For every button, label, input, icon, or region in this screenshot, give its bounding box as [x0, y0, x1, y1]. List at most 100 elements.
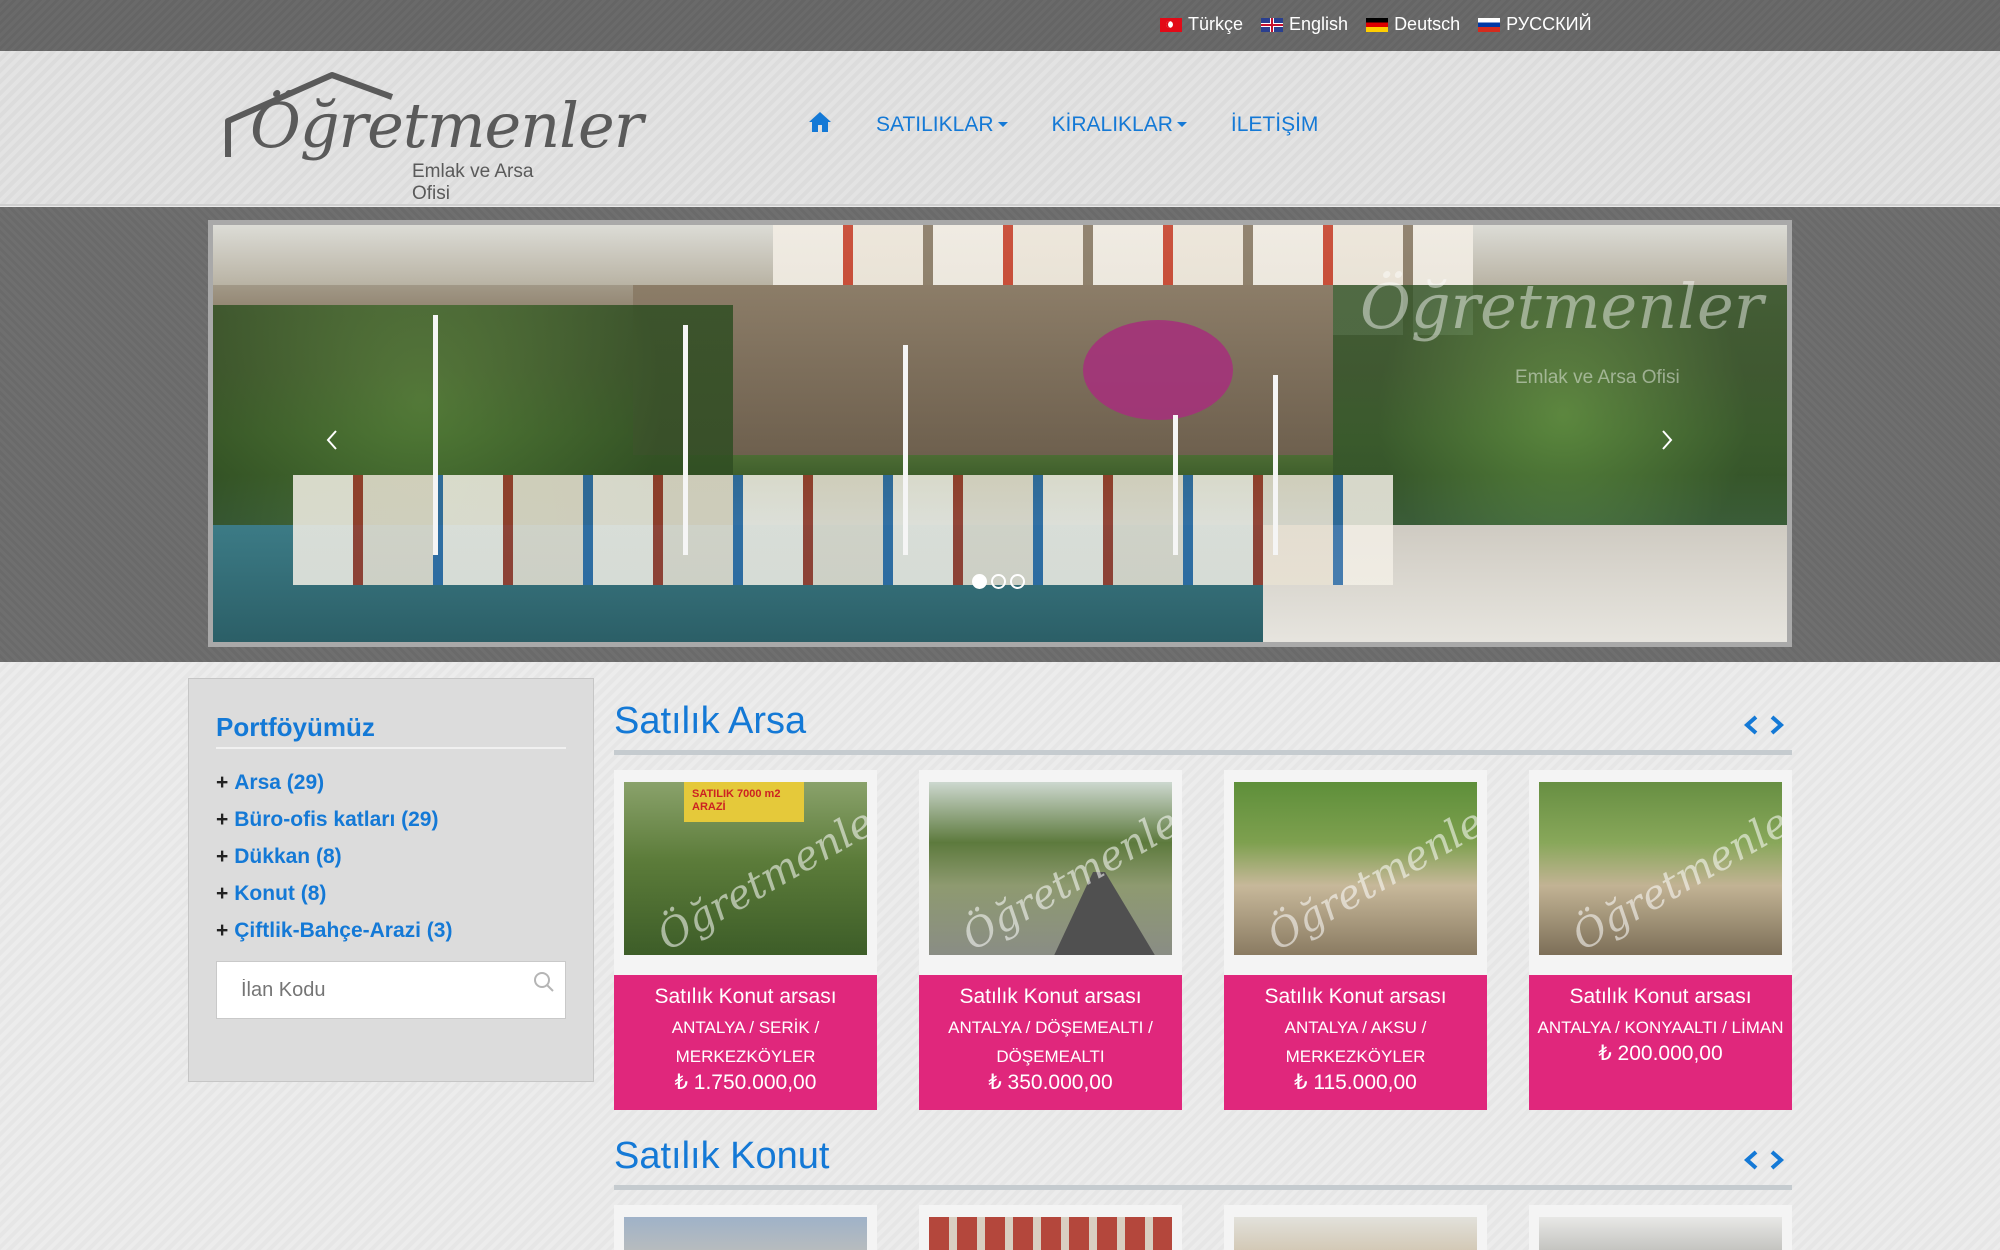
listing-price: ₺ 200.000,00 — [1598, 1042, 1723, 1065]
chevron-right-icon[interactable] — [1660, 428, 1674, 459]
nav-satiliklar[interactable]: SATILIKLAR — [876, 113, 1008, 137]
listing-image-frame: Öğretmenler — [919, 770, 1182, 975]
chevron-left-icon[interactable] — [325, 428, 339, 459]
slider-dot[interactable] — [991, 574, 1006, 589]
chevron-left-icon[interactable] — [1742, 714, 1760, 736]
listing-image-frame — [1224, 1205, 1487, 1250]
sidebar-item-label: Büro-ofis katları (29) — [234, 807, 439, 831]
listing-image-frame: Öğretmenler — [1529, 770, 1792, 975]
plus-icon: + — [216, 770, 229, 794]
listing-title: Satılık Konut arsası — [654, 985, 837, 1008]
lang-label: English — [1289, 14, 1349, 34]
lang-russian[interactable]: РУССКИЙ — [1478, 14, 1592, 35]
nav-label: SATILIKLAR — [876, 112, 994, 136]
lang-english[interactable]: English — [1261, 14, 1348, 35]
slide-image-flowers — [1083, 320, 1233, 420]
listing-photo — [929, 1217, 1172, 1250]
caret-down-icon — [1176, 122, 1187, 127]
plus-icon: + — [216, 881, 229, 905]
carousel-controls — [1742, 714, 1786, 736]
portfolio-sidebar: Portföyümüz + Arsa (29) + Büro-ofis katlar… — [188, 678, 594, 1082]
listing-card[interactable]: Öğretmenler Satılık Konut arsası ANTALYA… — [919, 770, 1182, 1110]
listing-price: ₺ 1.750.000,00 — [674, 1071, 817, 1094]
listing-image-frame — [919, 1205, 1182, 1250]
nav-kiraliklar[interactable]: KİRALIKLAR — [1052, 113, 1187, 137]
sidebar-item-konut[interactable]: + Konut (8) — [216, 875, 452, 912]
listing-cards: SATILIK 7000 m2 ARAZİ Öğretmenler Satılı… — [614, 770, 1792, 1110]
listing-card[interactable]: Öğretmenler Satılık Konut arsası ANTALYA… — [1529, 770, 1792, 1110]
listing-photo: SATILIK 7000 m2 ARAZİ Öğretmenler — [624, 782, 867, 955]
listing-image-frame: Öğretmenler — [1224, 770, 1487, 975]
ru-flag-icon — [1478, 17, 1501, 32]
slide-image-mast — [1173, 415, 1178, 555]
uk-flag-icon — [1261, 17, 1284, 32]
listing-card[interactable]: Öğretmenler Satılık Konut arsası ANTALYA… — [1224, 770, 1487, 1110]
listing-info: Satılık Konut arsası ANTALYA / KONYAALTI… — [1529, 975, 1792, 1110]
logo-main-text: Öğretmenler — [250, 89, 643, 162]
listing-image-frame — [1529, 1205, 1792, 1250]
search-icon[interactable] — [533, 971, 555, 993]
plus-icon: + — [216, 918, 229, 942]
section-divider — [614, 1185, 1792, 1190]
slide-image-mast — [433, 315, 438, 555]
lang-turkish[interactable]: Türkçe — [1160, 14, 1243, 35]
chevron-right-icon[interactable] — [1768, 714, 1786, 736]
slide-image-mast — [903, 345, 908, 555]
listing-code-input[interactable] — [217, 962, 517, 1018]
section-title: Satılık Arsa — [614, 700, 807, 742]
slider-dot[interactable] — [1010, 574, 1025, 589]
plus-icon: + — [216, 844, 229, 868]
listing-photo — [1234, 1217, 1477, 1250]
sidebar-title: Portföyümüz — [216, 712, 375, 742]
sidebar-item-arsa[interactable]: + Arsa (29) — [216, 764, 452, 801]
home-icon[interactable] — [808, 111, 832, 138]
listing-card[interactable] — [919, 1205, 1182, 1250]
sidebar-divider — [216, 747, 566, 749]
sidebar-item-label: Çiftlik-Bahçe-Arazi (3) — [234, 918, 453, 942]
listing-location: ANTALYA / AKSU / MERKEZKÖYLER — [1284, 1018, 1427, 1066]
listing-location: ANTALYA / KONYAALTI / LİMAN — [1537, 1018, 1784, 1037]
sidebar-item-label: Arsa (29) — [234, 770, 325, 794]
listing-photo — [624, 1217, 867, 1250]
listing-card[interactable] — [1224, 1205, 1487, 1250]
listing-card[interactable] — [1529, 1205, 1792, 1250]
listing-title: Satılık Konut arsası — [1569, 985, 1752, 1008]
category-list: + Arsa (29) + Büro-ofis katları (29) + Dükk… — [216, 764, 452, 949]
listing-price: ₺ 350.000,00 — [988, 1071, 1113, 1094]
listing-card[interactable]: SATILIK 7000 m2 ARAZİ Öğretmenler Satılı… — [614, 770, 877, 1110]
listing-image-frame: SATILIK 7000 m2 ARAZİ Öğretmenler — [614, 770, 877, 975]
slide-image-mast — [1273, 375, 1278, 555]
site-logo[interactable]: Öğretmenler Emlak ve Arsa Ofisi — [222, 69, 643, 204]
photo-watermark: Öğretmenler — [1564, 790, 1782, 955]
listing-photo: Öğretmenler — [1539, 782, 1782, 955]
sidebar-item-label: Konut (8) — [234, 881, 327, 905]
listing-cards — [614, 1205, 1792, 1250]
sign-board: SATILIK 7000 m2 ARAZİ — [684, 782, 804, 822]
sidebar-item-buro-ofis[interactable]: + Büro-ofis katları (29) — [216, 801, 452, 838]
section-satilik-konut: Satılık Konut — [614, 1135, 1792, 1250]
sidebar-item-ciftlik[interactable]: + Çiftlik-Bahçe-Arazi (3) — [216, 912, 452, 949]
main-nav: SATILIKLAR KİRALIKLAR İLETİŞİM — [808, 111, 1318, 138]
listing-location: ANTALYA / SERİK / MERKEZKÖYLER — [671, 1018, 820, 1066]
listing-photo: Öğretmenler — [929, 782, 1172, 955]
sidebar-item-dukkan[interactable]: + Dükkan (8) — [216, 838, 452, 875]
listing-photo: Öğretmenler — [1234, 782, 1477, 955]
lang-label: Deutsch — [1394, 14, 1461, 34]
lang-german[interactable]: Deutsch — [1366, 14, 1460, 35]
listing-code-search — [216, 961, 566, 1019]
plus-icon: + — [216, 807, 229, 831]
language-list: Türkçe English Deutsch РУССКИЙ — [1160, 14, 1592, 35]
slide-image-mast — [683, 325, 688, 555]
listing-card[interactable] — [614, 1205, 877, 1250]
slider-dot[interactable] — [972, 574, 987, 589]
photo-watermark: Öğretmenler — [1259, 790, 1477, 955]
sign-text: SATILIK 7000 m2 ARAZİ — [692, 788, 781, 813]
chevron-right-icon[interactable] — [1768, 1149, 1786, 1171]
logo-sub-text: Emlak ve Arsa Ofisi — [412, 161, 534, 204]
sidebar-item-label: Dükkan (8) — [234, 844, 342, 868]
caret-down-icon — [997, 122, 1008, 127]
slider-watermark: Öğretmenler — [1360, 270, 1764, 343]
slide-image-boats — [293, 475, 1393, 585]
nav-iletisim[interactable]: İLETİŞİM — [1231, 113, 1319, 137]
chevron-left-icon[interactable] — [1742, 1149, 1760, 1171]
